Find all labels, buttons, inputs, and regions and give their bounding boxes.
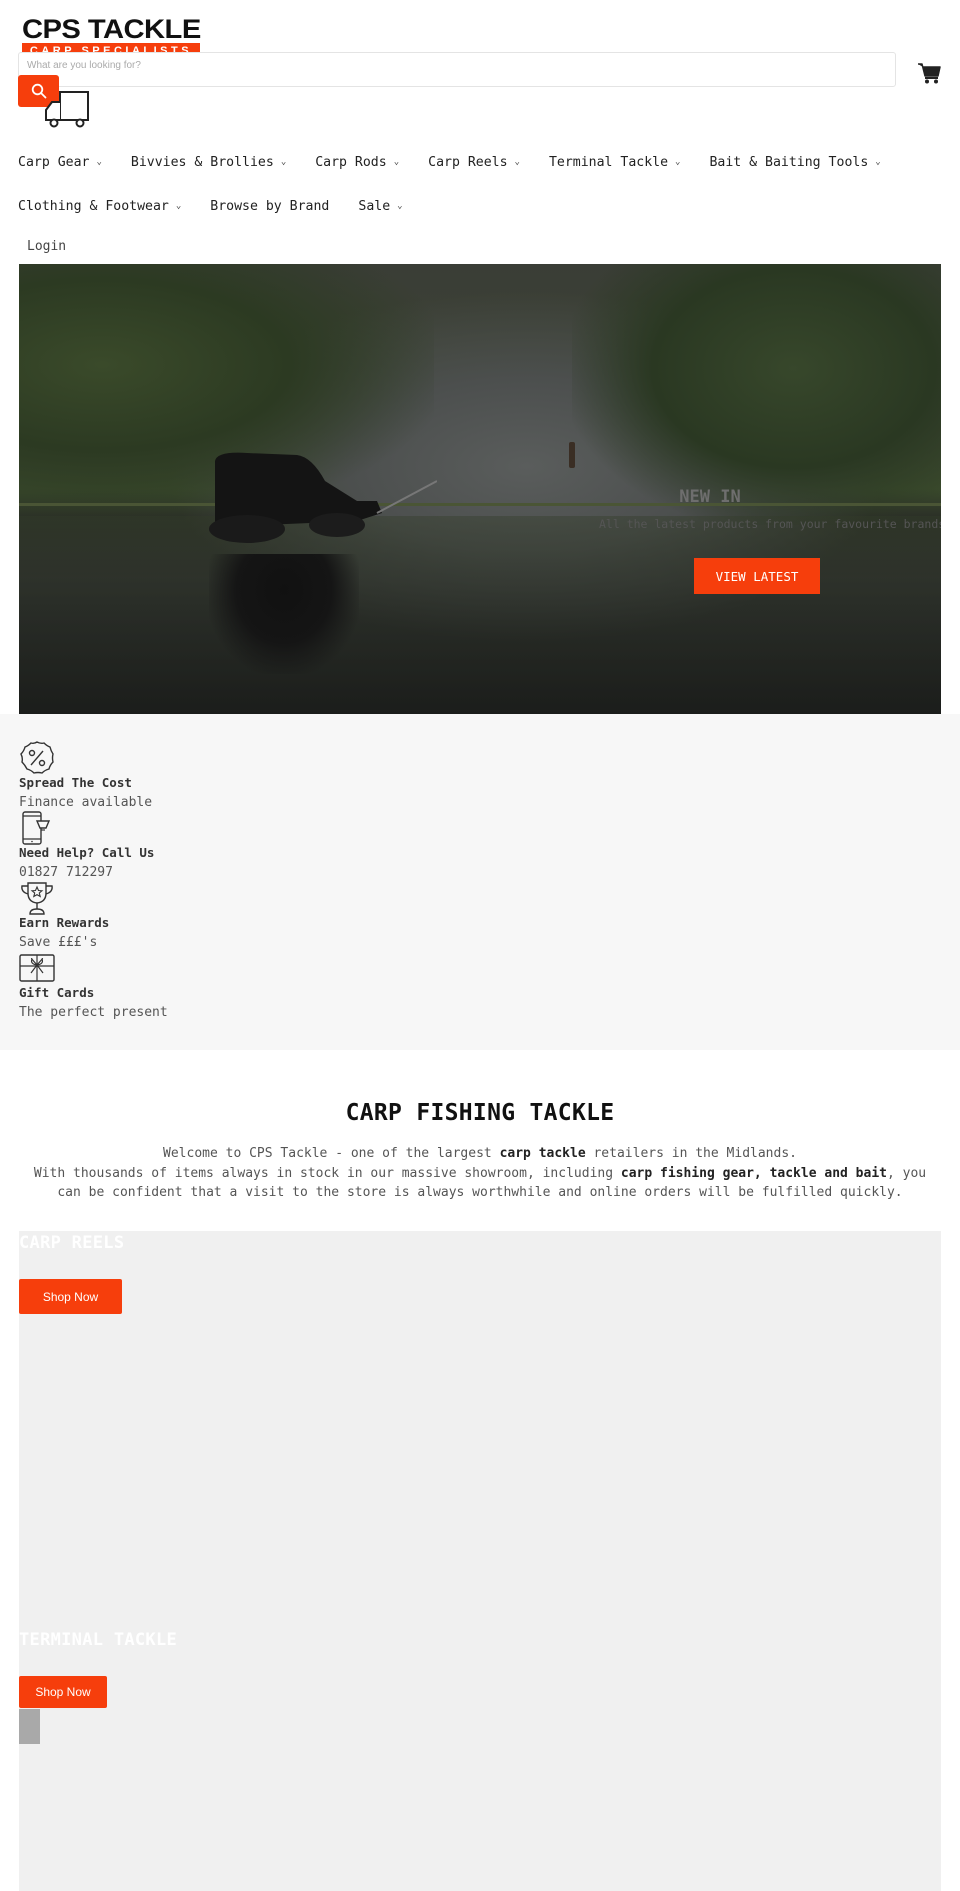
nav-row-1: Carp Gear ⌄ Bivvies & Brollies ⌄ Carp Rods… [18,150,948,174]
feature-title: Gift Cards [19,985,95,1000]
percent-badge-icon [20,741,54,774]
cart-icon[interactable] [918,62,942,84]
gift-card-icon [19,954,55,982]
intro-text: Welcome to CPS Tackle - one of the large… [0,1144,960,1203]
features-strip: Spread The Cost Finance available Need H… [0,714,960,1050]
intro-line2-pre: With thousands of items always in stock … [33,1165,621,1181]
nav-label: Carp Gear [18,154,90,170]
hero-image-angler [569,442,575,468]
nav-item-terminal-tackle[interactable]: Terminal Tackle ⌄ [549,155,681,170]
chevron-down-icon: ⌄ [397,201,403,211]
nav-item-carp-rods[interactable]: Carp Rods ⌄ [315,155,399,170]
intro-section: CARP FISHING TACKLE Welcome to CPS Tackl… [0,1100,960,1203]
feature-title: Earn Rewards [19,915,110,930]
nav-label: Carp Reels [428,154,508,170]
feature-earn-rewards[interactable]: Earn Rewards Save £££'s [19,881,941,951]
site-header: CPS TACKLE CARP SPECIALISTS Carp Gear⌄ B… [0,0,960,254]
main-nav: Carp Gear ⌄ Bivvies & Brollies ⌄ Carp Rods… [18,150,948,218]
search-bar [18,52,896,89]
chevron-down-icon: ⌄ [514,157,520,167]
collection-title-terminal-tackle: TERMINAL TACKLE [19,1630,178,1650]
feature-text: Save £££'s [19,935,98,950]
hero-title: NEW IN [679,487,741,507]
nav-row-2: Clothing & Footwear ⌄ Browse by Brand Sal… [18,194,948,218]
nav-label: Bait & Baiting Tools [709,154,869,170]
phone-basket-icon [22,811,51,845]
feature-title: Spread The Cost [19,775,132,790]
collections-grid: CARP REELS Shop Now TERMINAL TACKLE Shop… [19,1231,941,1891]
hero-image-boat-reflection [209,554,359,674]
chevron-down-icon: ⌄ [175,201,182,211]
feature-phone-number[interactable]: 01827 712297 [19,865,941,881]
nav-item-clothing-footwear[interactable]: Clothing & Footwear ⌄ [18,199,181,214]
intro-line1-bold: carp tackle [499,1146,586,1161]
feature-text: Finance available [19,795,153,810]
collection-title-carp-reels: CARP REELS [19,1233,125,1253]
intro-line2-bold: carp fishing gear, tackle and bait [620,1165,887,1181]
hero-subtitle: All the latest products from your favour… [599,517,941,531]
login-link[interactable]: Login [27,239,66,254]
view-latest-button[interactable]: VIEW LATEST [694,558,820,594]
trophy-icon [21,882,53,915]
chevron-down-icon: ⌄ [675,157,681,167]
logo-wordmark: CPS TACKLE [22,14,201,44]
intro-line1-post: retailers in the Midlands. [585,1146,797,1161]
feature-title: Need Help? Call Us [19,845,155,860]
shop-now-carp-reels-button[interactable]: Shop Now [19,1279,122,1314]
intro-line1-pre: Welcome to CPS Tackle - one of the large… [163,1146,500,1161]
nav-item-sale[interactable]: Sale ⌄ [358,199,402,214]
feature-gift-cards[interactable]: Gift Cards The perfect present [19,951,941,1021]
shop-now-terminal-tackle-button[interactable]: Shop Now [19,1676,107,1708]
nav-label: Carp Rods [315,154,387,170]
nav-item-browse-by-brand[interactable]: Browse by Brand [210,199,329,214]
truck-icon[interactable] [44,90,90,128]
intro-title: CARP FISHING TACKLE [345,1100,615,1126]
nav-label: Browse by Brand [210,198,330,214]
nav-item-carp-gear[interactable]: Carp Gear ⌄ [18,155,102,170]
nav-label: Bivvies & Brollies [130,154,274,170]
nav-label: Sale [358,198,391,214]
nav-item-bivvies-brollies[interactable]: Bivvies & Brollies ⌄ [131,155,286,170]
hero-banner: NEW IN All the latest products from your… [19,264,941,714]
feature-spread-the-cost[interactable]: Spread The Cost Finance available [19,741,941,811]
chevron-down-icon: ⌄ [393,157,400,167]
chevron-down-icon: ⌄ [280,157,287,167]
feature-text: The perfect present [19,1005,168,1020]
nav-item-bait-baiting-tools[interactable]: Bait & Baiting Tools ⌄ [709,155,880,170]
nav-item-carp-reels[interactable]: Carp Reels ⌄ [428,155,520,170]
hero-image-trees-right [572,264,941,525]
nav-label: Clothing & Footwear [18,198,169,214]
hero-image-water [19,516,941,714]
chevron-down-icon: ⌄ [96,157,102,167]
collection-image-placeholder [19,1709,40,1744]
feature-need-help[interactable]: Need Help? Call Us 01827 712297 [19,811,941,881]
search-input[interactable] [19,56,895,89]
nav-label: Terminal Tackle [548,154,669,170]
chevron-down-icon: ⌄ [875,157,881,167]
